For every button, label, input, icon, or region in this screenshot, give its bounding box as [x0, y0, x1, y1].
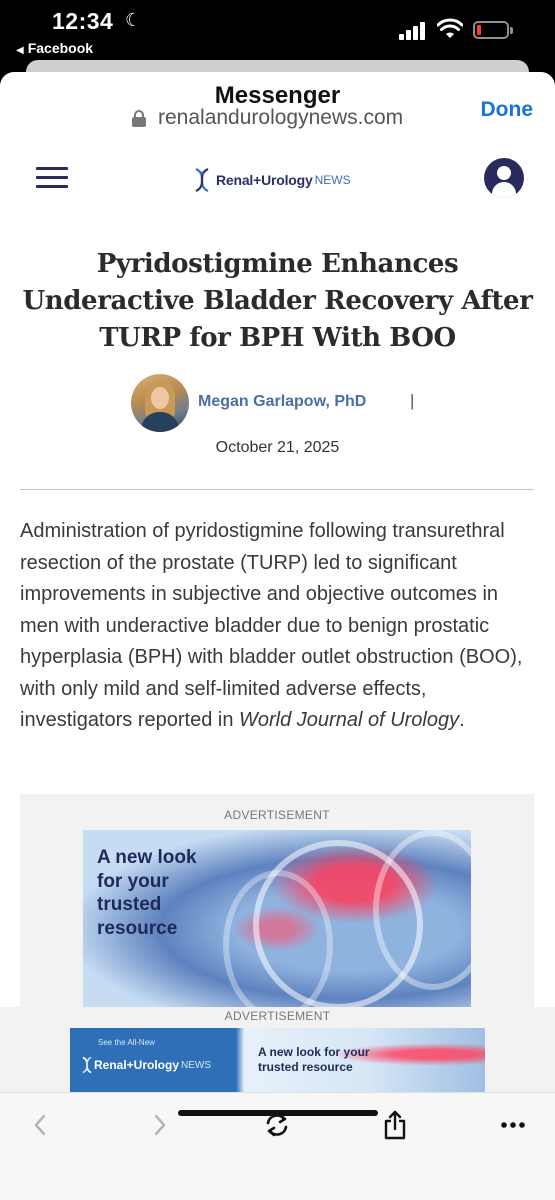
dna-logo-icon	[195, 168, 209, 192]
browser-toolbar	[0, 1092, 555, 1200]
more-icon[interactable]	[493, 1105, 533, 1145]
share-icon[interactable]	[375, 1105, 415, 1145]
body-lead: Administration of pyridostigmine followi…	[20, 520, 523, 731]
author-avatar[interactable]	[131, 374, 189, 432]
ad-image[interactable]: A new look for your trusted resource	[83, 830, 471, 1010]
ad-banner[interactable]: See the All-New Renal+Urology NEWS A new…	[70, 1028, 485, 1094]
status-time: 12:34	[52, 8, 114, 34]
banner-brand: Renal+Urology	[94, 1058, 180, 1072]
url-label[interactable]: renalandurologynews.com	[130, 106, 403, 130]
done-button[interactable]: Done	[481, 98, 534, 122]
ad-label: ADVERTISEMENT	[224, 808, 330, 822]
journal-name: World Journal of Urology	[239, 709, 460, 731]
article-body: Administration of pyridostigmine followi…	[20, 516, 540, 737]
ad-tagline: A new look for your trusted resource	[97, 847, 197, 939]
back-to-app-link[interactable]: ◀ Facebook	[16, 40, 93, 56]
banner-news: NEWS	[181, 1059, 212, 1071]
back-icon[interactable]	[20, 1105, 60, 1145]
forward-icon[interactable]	[140, 1105, 180, 1145]
back-triangle-icon: ◀	[16, 45, 24, 56]
banner-tagline: A new look for your trusted resource	[258, 1045, 370, 1074]
url-text: renalandurologynews.com	[158, 106, 404, 129]
divider	[20, 489, 534, 490]
author-link[interactable]: Megan Garlapow, PhD	[198, 393, 366, 411]
logo-brand: Renal+Urology	[216, 172, 313, 188]
account-icon[interactable]	[484, 158, 524, 198]
battery-icon	[473, 21, 513, 39]
banner-dna-icon	[82, 1056, 92, 1074]
inline-advertisement: ADVERTISEMENT A new look for your truste…	[20, 794, 534, 1014]
back-app-label: Facebook	[27, 40, 94, 56]
menu-icon[interactable]	[36, 167, 68, 189]
logo-news: NEWS	[314, 173, 351, 187]
site-logo[interactable]: Renal+Urology NEWS	[192, 165, 351, 195]
sticky-ad-label: ADVERTISEMENT	[224, 1009, 331, 1023]
publish-date: October 21, 2025	[215, 439, 340, 456]
body-end: .	[459, 709, 465, 731]
banner-see-text: See the All-New	[98, 1038, 155, 1047]
browser-sheet: Messenger renalandurologynews.com Done R…	[0, 72, 555, 1200]
sticky-advertisement: ADVERTISEMENT See the All-New Renal+Urol…	[0, 1007, 555, 1097]
banner-logo: Renal+Urology NEWS	[80, 1056, 211, 1074]
author-separator: |	[410, 391, 415, 410]
focus-moon-icon: ☾	[125, 10, 142, 30]
wifi-icon	[437, 18, 463, 38]
home-indicator[interactable]	[178, 1110, 378, 1116]
cellular-signal-icon	[399, 20, 429, 40]
article-headline: Pyridostigmine Enhances Underactive Blad…	[22, 249, 533, 353]
